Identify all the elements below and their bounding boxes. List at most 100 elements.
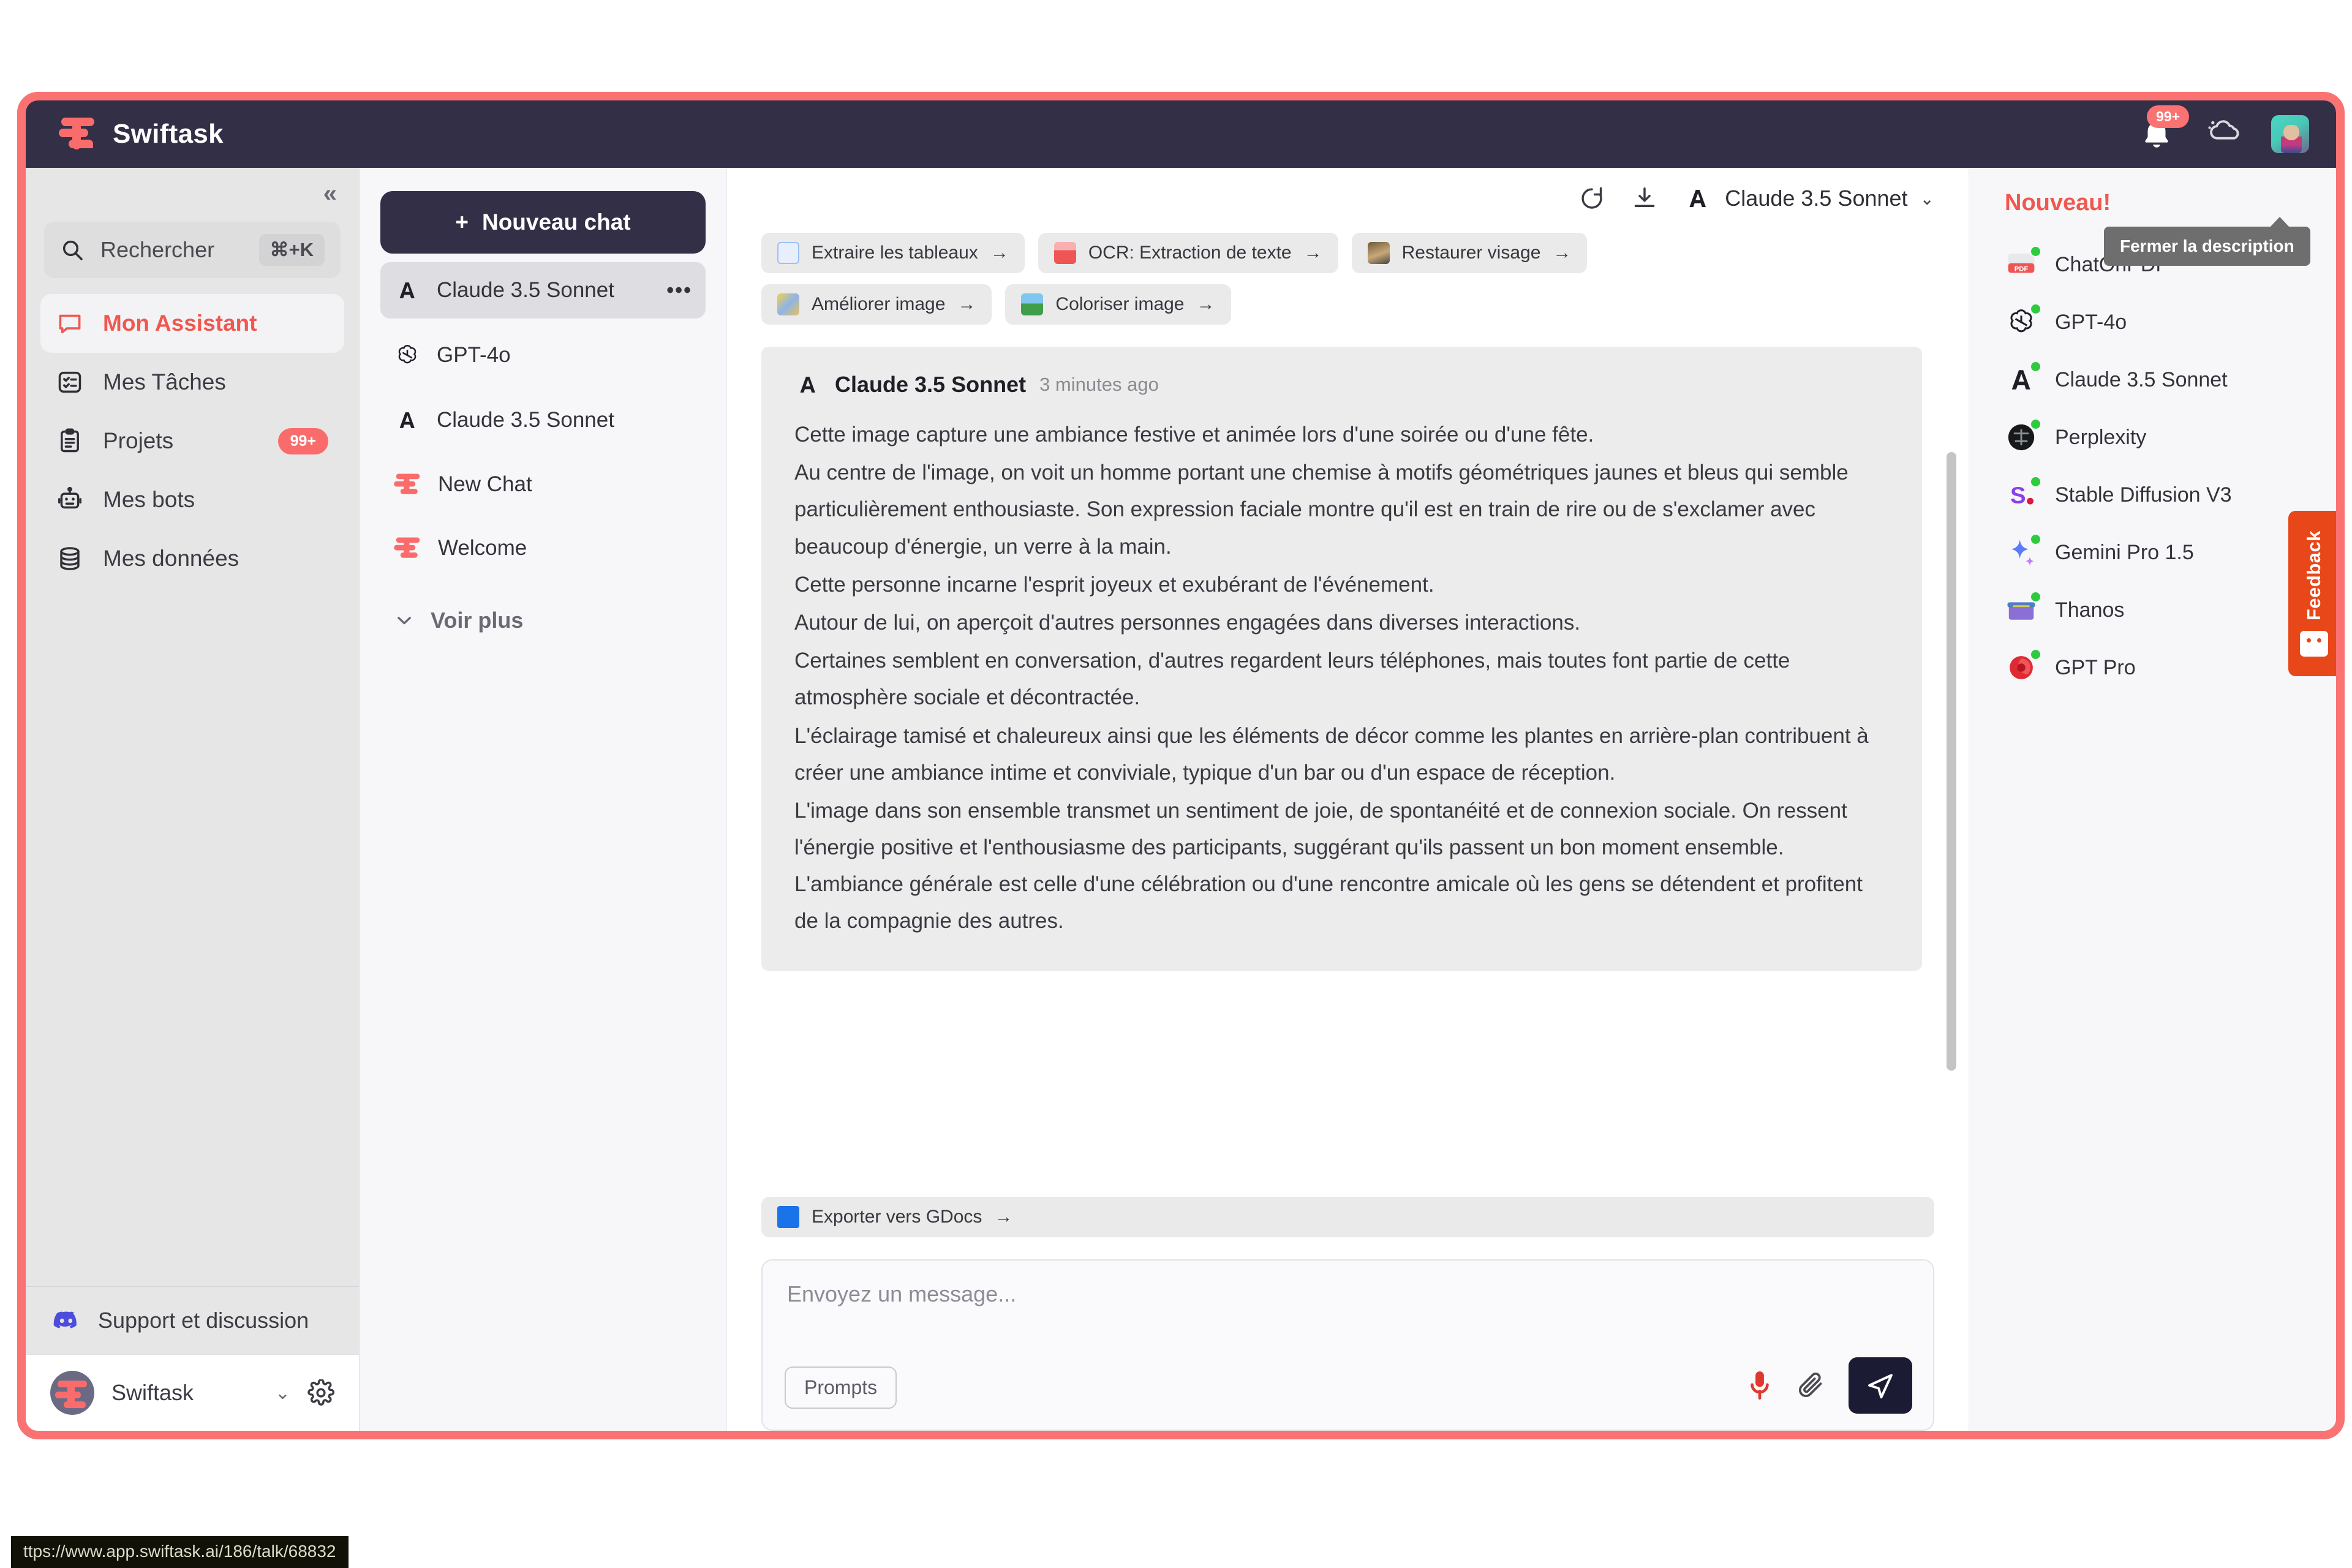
panel-title: Nouveau! [2005,190,2111,216]
model-item-claude-35-sonnet[interactable]: Claude 3.5 Sonnet [2005,351,2336,409]
status-bar-url: ttps://www.app.swiftask.ai/186/talk/6883… [11,1536,349,1568]
chat-item-label: New Chat [438,472,532,496]
chip-coloriser-image[interactable]: Coloriser image → [1005,284,1231,325]
see-more-label: Voir plus [431,608,524,633]
swiftask-logo-icon [59,116,97,152]
model-label: GPT Pro [2055,655,2136,679]
brand[interactable]: Swiftask [59,116,224,152]
refresh-icon[interactable] [1578,184,1606,213]
sidebar-collapse-button[interactable]: « [26,168,359,219]
arrow-right-icon: → [1303,243,1322,263]
projets-badge: 99+ [277,428,328,454]
clipboard-icon [61,428,79,453]
prompts-button[interactable]: Prompts [785,1366,897,1409]
model-item-stable-diffusion-v3[interactable]: S Stable Diffusion V3 [2005,466,2336,524]
message-scroll-area: Claude 3.5 Sonnet 3 minutes ago Cette im… [727,336,1969,1193]
search-label: Rechercher [100,237,215,262]
chat-list-panel: + Nouveau chat Claude 3.5 Sonnet ••• GPT… [360,168,727,1431]
anthropic-icon [800,377,815,393]
message-scrollbar[interactable] [1947,452,1956,1071]
model-label: Stable Diffusion V3 [2055,483,2232,507]
chat-list-item[interactable]: Claude 3.5 Sonnet [380,392,706,448]
sidebar-item-projets[interactable]: Projets 99+ [40,412,344,470]
chevron-double-left-icon: « [323,179,337,207]
new-models-panel: Nouveau! PDF ChatOnPDF [1969,168,2336,1431]
sidebar-item-mes-donnees[interactable]: Mes données [40,529,344,588]
swiftask-icon [394,537,420,558]
sidebar-item-mes-taches[interactable]: Mes Tâches [40,353,344,412]
model-icon-wrap [2005,649,2041,684]
model-icon-wrap: S [2005,476,2041,511]
chip-label: Coloriser image [1055,294,1185,314]
chat-list-item[interactable]: Welcome [380,521,706,576]
model-icon-wrap: PDF [2005,246,2041,281]
robot-icon [58,486,81,509]
ocr-icon [1054,242,1076,264]
compose-area: Envoyez un message... Prompts [727,1248,1969,1431]
chip-ocr[interactable]: OCR: Extraction de texte → [1038,233,1338,273]
model-item-gemini-pro-15[interactable]: Gemini Pro 1.5 [2005,524,2336,581]
arrow-right-icon: → [1196,294,1215,314]
smiley-icon [2300,630,2328,657]
user-avatar[interactable] [2271,115,2309,153]
swiftask-icon [394,473,420,494]
model-name: Claude 3.5 Sonnet [1725,186,1908,211]
sidebar-label: Mes données [103,546,239,571]
action-chips-row-1: Extraire les tableaux → OCR: Extraction … [761,233,1942,284]
search-input[interactable]: Rechercher ⌘+K [44,222,341,278]
chip-restaurer-visage[interactable]: Restaurer visage → [1351,233,1588,273]
model-item-gpt-4o[interactable]: GPT-4o [2005,293,2336,351]
new-chat-button[interactable]: + Nouveau chat [380,191,706,254]
topbar-actions: 99+ [2139,105,2309,153]
status-dot-icon [2030,476,2041,488]
message-paragraph: L'éclairage tamisé et chaleureux ainsi q… [794,723,1869,785]
sidebar-item-mon-assistant[interactable]: Mon Assistant [40,294,344,353]
user-name: Swiftask [111,1380,194,1405]
chip-ameliorer-image[interactable]: Améliorer image → [761,284,992,325]
brand-name: Swiftask [113,119,224,149]
support-link[interactable]: Support et discussion [26,1286,359,1354]
chat-item-label: GPT-4o [437,343,511,367]
status-dot-icon [2030,533,2041,545]
model-item-thanos[interactable]: Thanos [2005,581,2336,639]
colorize-icon [1021,293,1044,315]
feedback-button[interactable]: Feedback [2288,511,2336,676]
chat-list-item[interactable]: GPT-4o [380,327,706,383]
send-button[interactable] [1849,1357,1912,1414]
sidebar-item-mes-bots[interactable]: Mes bots [40,470,344,529]
chip-exporter-gdocs[interactable]: Exporter vers GDocs → [761,1197,1934,1237]
model-item-perplexity[interactable]: Perplexity [2005,409,2336,466]
chip-label: Améliorer image [812,294,946,314]
chat-item-label: Welcome [438,536,527,560]
chat-item-menu-button[interactable]: ••• [666,279,692,303]
chat-list-item[interactable]: New Chat [380,457,706,512]
model-selector[interactable]: Claude 3.5 Sonnet ⌄ [1683,184,1934,213]
chat-bubble-icon [59,314,81,334]
message-input[interactable]: Envoyez un message... Prompts [761,1259,1934,1431]
search-shortcut: ⌘+K [258,234,325,266]
model-item-gpt-pro[interactable]: GPT Pro [2005,639,2336,696]
chat-list-item[interactable]: Claude 3.5 Sonnet ••• [380,262,706,318]
chat-item-label: Claude 3.5 Sonnet [437,278,614,302]
compose-actions [1746,1357,1912,1414]
gear-icon[interactable] [307,1379,334,1406]
see-more-button[interactable]: Voir plus [380,587,706,654]
app-window: Swiftask 99+ « Rechercher ⌘+K Mon Assist… [17,92,2345,1439]
chip-extraire-tableaux[interactable]: Extraire les tableaux → [761,233,1025,273]
microphone-icon[interactable] [1746,1368,1774,1403]
feedback-label: Feedback [2303,530,2324,621]
paperclip-icon[interactable] [1796,1370,1826,1401]
sidebar: « Rechercher ⌘+K Mon Assistant Mes Tâche… [26,168,360,1431]
status-dot-icon [2030,418,2041,430]
gdocs-icon [777,1206,799,1228]
download-icon[interactable] [1630,184,1659,213]
anthropic-icon [399,412,415,428]
message-paragraph: Cette image capture une ambiance festive… [794,423,1594,447]
status-dot-icon [2030,649,2041,660]
notifications-button[interactable]: 99+ [2139,105,2189,152]
assistant-message: Claude 3.5 Sonnet 3 minutes ago Cette im… [761,347,1922,971]
message-paragraph: L'image dans son ensemble transmet un se… [794,798,1863,933]
weather-button[interactable] [2204,117,2242,151]
user-menu[interactable]: Swiftask ⌄ [26,1354,359,1431]
